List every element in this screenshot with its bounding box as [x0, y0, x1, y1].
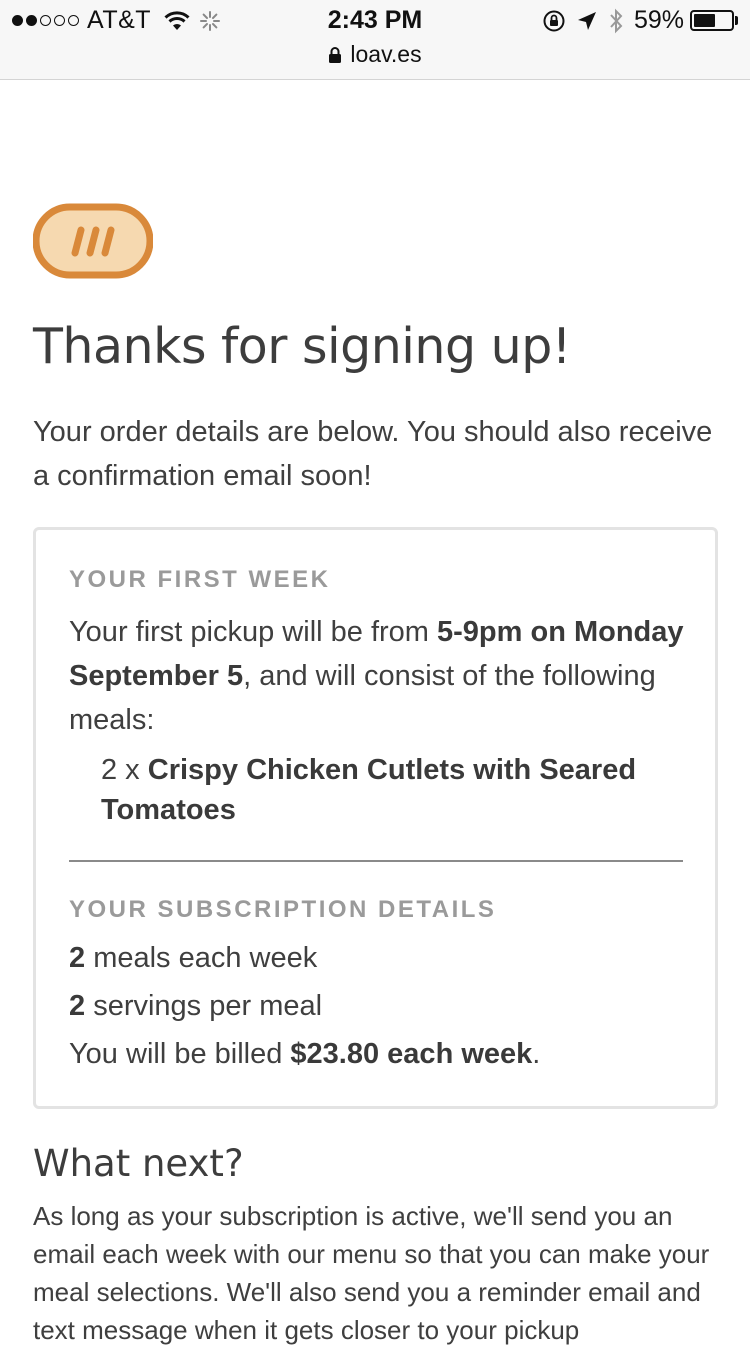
subscription-heading: YOUR SUBSCRIPTION DETAILS	[69, 896, 497, 923]
first-week-heading: YOUR FIRST WEEK	[69, 566, 331, 593]
meal-name: Crispy Chicken Cutlets with Seared Tomat…	[101, 754, 637, 826]
url-text: loav.es	[350, 41, 422, 67]
bluetooth-icon	[610, 8, 623, 33]
servings-per-meal: 2 servings per meal	[69, 990, 323, 1022]
section-divider	[69, 860, 683, 862]
first-pickup-text: Your first pickup will be from 5-9pm on …	[69, 616, 684, 736]
status-bar: AT&T 2:43 PM 59% loav.es	[0, 0, 750, 80]
meals-per-week: 2 meals each week	[69, 942, 318, 974]
location-arrow-icon	[577, 11, 596, 30]
meal-item: 2 x Crispy Chicken Cutlets with Seared T…	[101, 750, 685, 830]
address-bar-url[interactable]: loav.es	[0, 41, 750, 68]
what-next-text: As long as your subscription is active, …	[33, 1201, 710, 1345]
order-details-card: YOUR FIRST WEEK Your first pickup will b…	[33, 527, 718, 1109]
battery-percent: 59%	[633, 6, 684, 34]
what-next-heading: What next?	[33, 1142, 244, 1185]
status-bar-right: 59%	[532, 6, 738, 35]
orientation-lock-icon	[543, 10, 565, 31]
billing-amount: You will be billed $23.80 each week.	[69, 1038, 541, 1070]
intro-text: Your order details are below. You should…	[33, 416, 713, 492]
battery-icon	[690, 10, 734, 31]
meal-quantity: 2 x	[101, 754, 148, 786]
page-title: Thanks for signing up!	[33, 318, 571, 375]
loaves-logo-icon	[33, 203, 153, 279]
lock-icon	[329, 46, 342, 63]
